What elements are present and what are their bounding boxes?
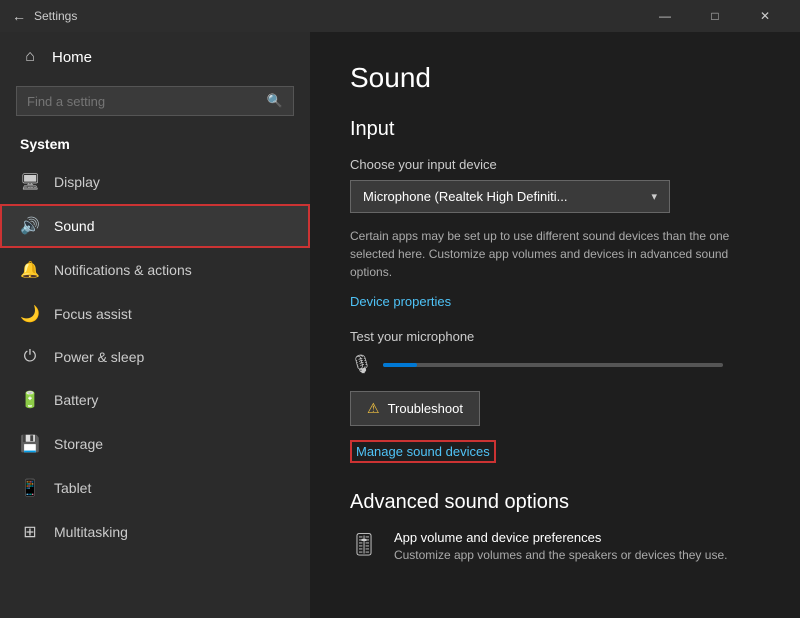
sidebar-item-label: Multitasking — [54, 524, 128, 540]
sidebar-item-tablet[interactable]: 📱 Tablet — [0, 466, 310, 510]
advanced-item-title[interactable]: App volume and device preferences — [394, 530, 728, 545]
sidebar-item-focus[interactable]: 🌙 Focus assist — [0, 292, 310, 336]
equalizer-icon: 🎚 — [350, 532, 378, 558]
sidebar-item-label: Power & sleep — [54, 349, 144, 365]
sidebar-item-label: Sound — [54, 218, 94, 234]
advanced-section-title: Advanced sound options — [350, 491, 760, 514]
advanced-item-desc: Customize app volumes and the speakers o… — [394, 548, 728, 562]
main-layout: ⌂ Home 🔍 System 🖥 Display 🔊 Sound 🔔 Noti… — [0, 32, 800, 618]
sound-icon: 🔊 — [20, 216, 40, 236]
sidebar-item-battery[interactable]: 🔋 Battery — [0, 378, 310, 422]
storage-icon: 💾 — [20, 434, 40, 454]
sidebar-item-sound[interactable]: 🔊 Sound — [0, 204, 310, 248]
notifications-icon: 🔔 — [20, 260, 40, 280]
power-icon: ⏻ — [20, 348, 40, 366]
search-icon: 🔍 — [267, 93, 283, 109]
title-bar-left: ← Settings — [12, 8, 77, 24]
title-bar: ← Settings — □ ✕ — [0, 0, 800, 32]
sidebar: ⌂ Home 🔍 System 🖥 Display 🔊 Sound 🔔 Noti… — [0, 32, 310, 618]
search-input[interactable] — [27, 94, 259, 109]
page-title: Sound — [350, 62, 760, 94]
focus-icon: 🌙 — [20, 304, 40, 324]
sidebar-item-label: Notifications & actions — [54, 262, 192, 278]
sidebar-item-display[interactable]: 🖥 Display — [0, 160, 310, 204]
input-section-title: Input — [350, 118, 760, 141]
title-bar-controls: — □ ✕ — [642, 0, 788, 32]
mic-level-fill — [383, 363, 417, 367]
advanced-item-text: App volume and device preferences Custom… — [394, 530, 728, 562]
tablet-icon: 📱 — [20, 478, 40, 498]
input-info-text: Certain apps may be set up to use differ… — [350, 227, 760, 281]
mic-level-row: 🎙 — [350, 354, 760, 375]
manage-sound-devices-link[interactable]: Manage sound devices — [350, 440, 496, 463]
sidebar-item-label: Battery — [54, 392, 98, 408]
troubleshoot-button[interactable]: ⚠ Troubleshoot — [350, 391, 480, 426]
title-bar-title: Settings — [34, 9, 77, 23]
battery-icon: 🔋 — [20, 390, 40, 410]
back-button[interactable]: ← — [12, 8, 26, 24]
troubleshoot-label: Troubleshoot — [388, 401, 463, 416]
device-properties-link[interactable]: Device properties — [350, 294, 451, 309]
choose-device-label: Choose your input device — [350, 157, 760, 172]
maximize-button[interactable]: □ — [692, 0, 738, 32]
microphone-icon: 🎙 — [350, 354, 373, 375]
sidebar-item-label: Display — [54, 174, 100, 190]
sidebar-item-home[interactable]: ⌂ Home — [0, 32, 310, 82]
test-mic-label: Test your microphone — [350, 329, 760, 344]
home-icon: ⌂ — [20, 48, 40, 66]
mic-level-slider[interactable] — [383, 363, 723, 367]
input-device-dropdown[interactable]: Microphone (Realtek High Definiti... ▾ — [350, 180, 670, 213]
sidebar-item-power[interactable]: ⏻ Power & sleep — [0, 336, 310, 378]
advanced-item: 🎚 App volume and device preferences Cust… — [350, 530, 760, 562]
sidebar-section-title: System — [0, 128, 310, 160]
content-area: Sound Input Choose your input device Mic… — [310, 32, 800, 618]
dropdown-value: Microphone (Realtek High Definiti... — [363, 189, 567, 204]
sidebar-item-label: Tablet — [54, 480, 91, 496]
chevron-down-icon: ▾ — [651, 190, 657, 203]
home-label: Home — [52, 49, 92, 66]
warning-icon: ⚠ — [367, 400, 380, 417]
sidebar-item-multitasking[interactable]: ⊞ Multitasking — [0, 510, 310, 554]
multitasking-icon: ⊞ — [20, 522, 40, 542]
sidebar-item-notifications[interactable]: 🔔 Notifications & actions — [0, 248, 310, 292]
sidebar-item-storage[interactable]: 💾 Storage — [0, 422, 310, 466]
sidebar-item-label: Focus assist — [54, 306, 132, 322]
search-box: 🔍 — [16, 86, 294, 116]
display-icon: 🖥 — [20, 172, 40, 192]
sidebar-item-label: Storage — [54, 436, 103, 452]
close-button[interactable]: ✕ — [742, 0, 788, 32]
minimize-button[interactable]: — — [642, 0, 688, 32]
